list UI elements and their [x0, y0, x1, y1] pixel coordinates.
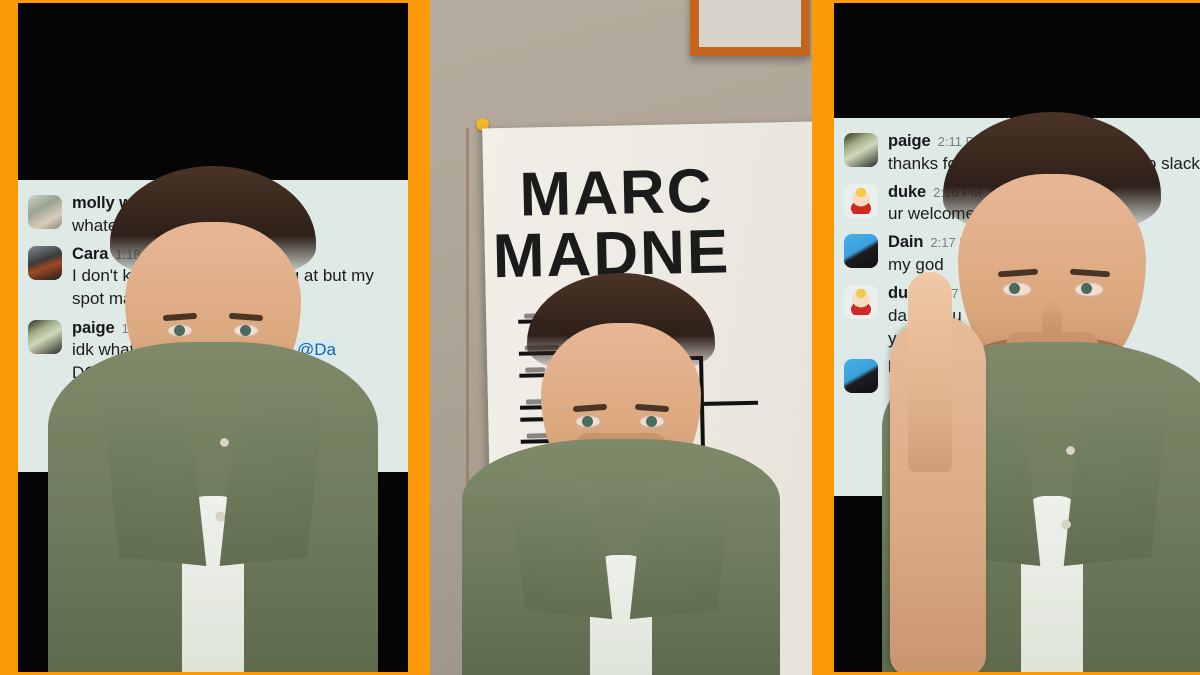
dain-avatar[interactable] [844, 234, 878, 269]
person-figure [882, 52, 1200, 672]
duke-avatar[interactable] [844, 285, 878, 320]
person-torso [48, 342, 378, 672]
person-figure [462, 255, 780, 675]
person-figure [48, 112, 378, 672]
person-brow-right [1070, 268, 1111, 278]
person-torso [462, 439, 780, 675]
right-video-panel: paige 2:11 PM thanks for the excuse to c… [834, 0, 1200, 675]
pointing-finger [908, 272, 953, 472]
person-collar-right [1064, 377, 1171, 567]
picture-frame [690, 0, 810, 56]
duke-avatar[interactable] [844, 183, 878, 218]
video-collage: molly w.k. 1:16 PM whatever it is Ruthie… [0, 0, 1200, 675]
person-brow-left [998, 268, 1039, 278]
person-eye-right [639, 415, 665, 428]
person-collar-left [509, 470, 613, 620]
paige-avatar[interactable] [844, 133, 878, 167]
person-eye-left [1002, 282, 1033, 297]
middle-video-panel: MARC MADNE [430, 0, 812, 675]
left-video-panel: molly w.k. 1:16 PM whatever it is Ruthie… [18, 0, 408, 675]
person-brow-left [162, 312, 198, 322]
shirt-button [216, 512, 225, 521]
person-eye-right [233, 324, 259, 337]
person-eye-right [1074, 282, 1105, 297]
person-eye-left [575, 415, 601, 428]
person-brow-right [634, 403, 670, 413]
person-brow-right [228, 312, 264, 322]
person-collar-left [99, 377, 207, 567]
dain-avatar[interactable] [844, 359, 878, 393]
panel-divider [812, 0, 834, 675]
shirt-button [1062, 520, 1072, 529]
panel-divider [408, 0, 430, 675]
person-eye-left [167, 324, 193, 337]
person-brow-left [572, 403, 608, 413]
shirt-button [220, 438, 229, 447]
shirt-button [1066, 446, 1076, 455]
person-collar-right [629, 470, 733, 620]
person-collar-right [219, 377, 327, 567]
